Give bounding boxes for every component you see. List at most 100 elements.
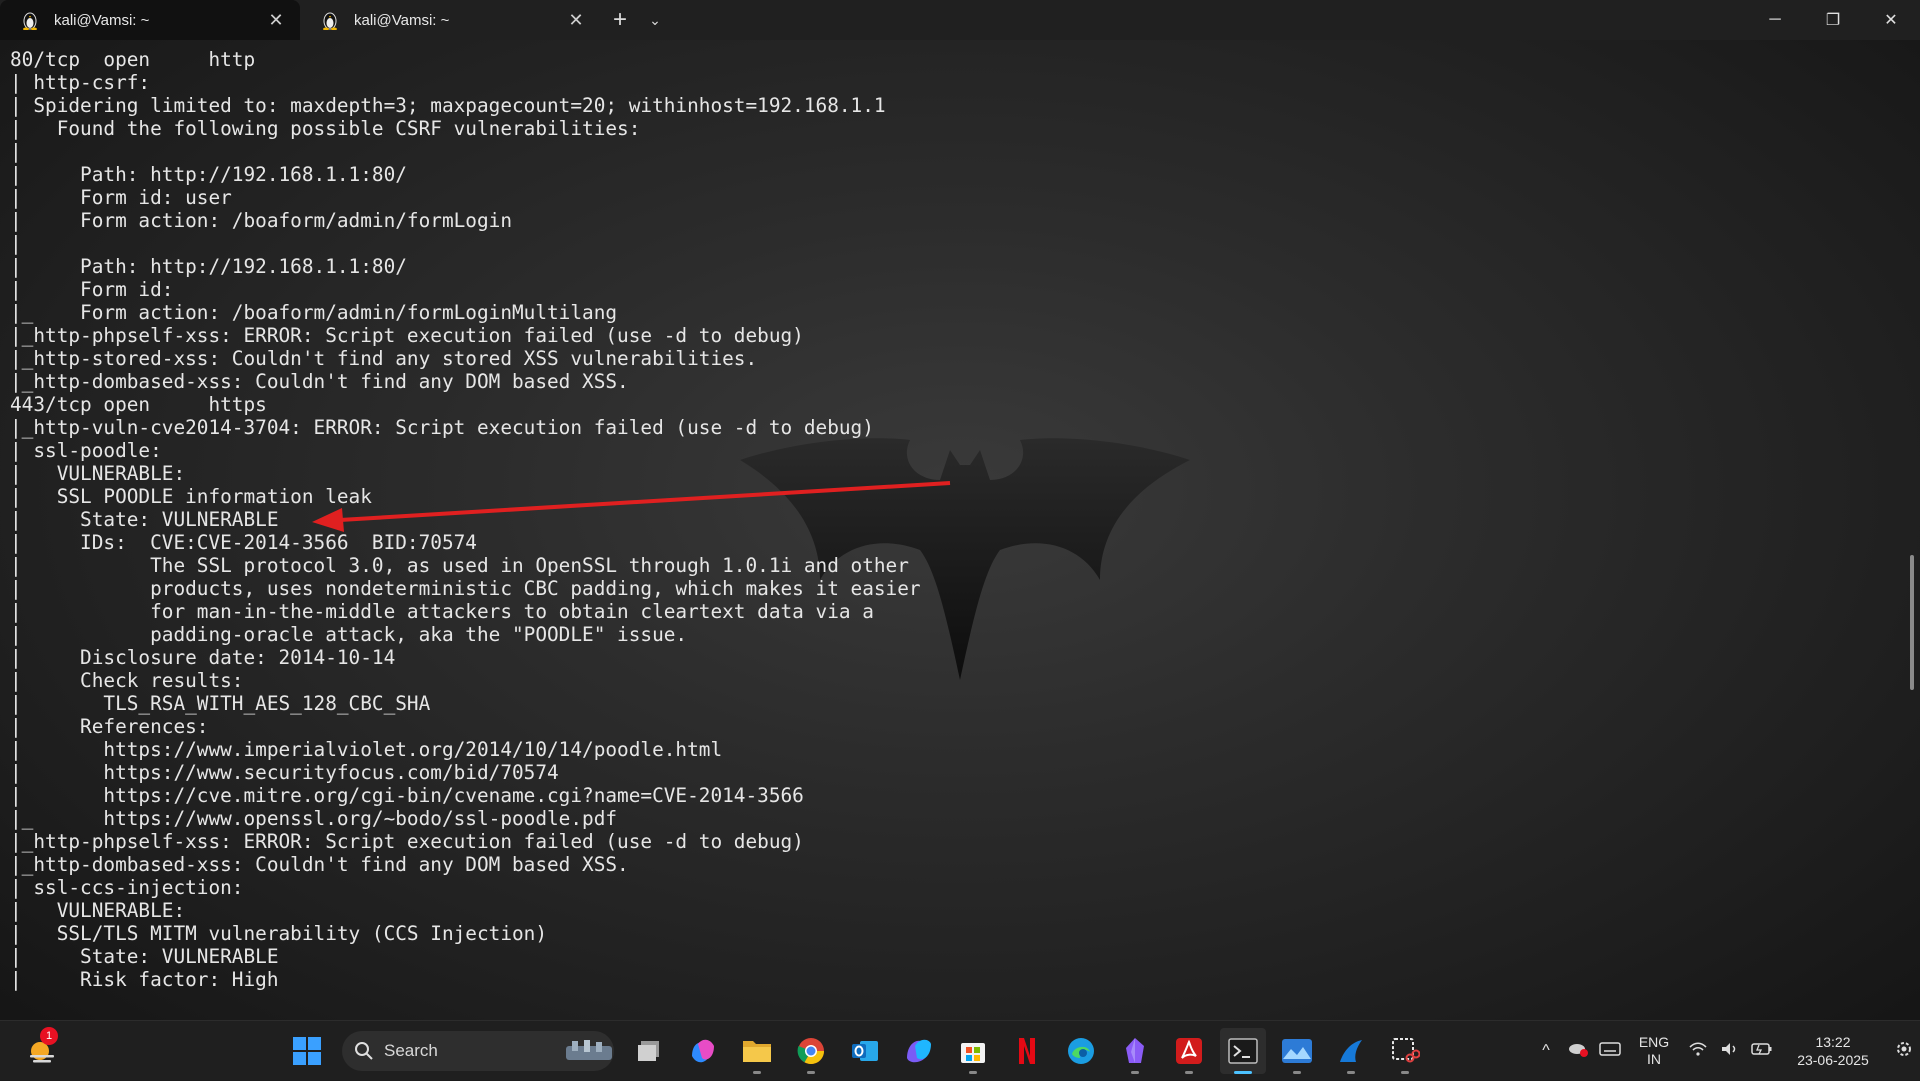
cloud-error-icon[interactable] xyxy=(1562,1040,1594,1063)
terminal-line: |_http-dombased-xss: Couldn't find any D… xyxy=(10,853,629,876)
terminal-line: | for man-in-the-middle attackers to obt… xyxy=(10,600,874,623)
language-indicator[interactable]: ENG IN xyxy=(1626,1034,1682,1068)
terminal-line: | Found the following possible CSRF vuln… xyxy=(10,117,641,140)
terminal-button[interactable] xyxy=(1220,1028,1266,1074)
chevron-up-icon[interactable]: ^ xyxy=(1530,1042,1562,1060)
search-icon xyxy=(355,1042,373,1060)
obsidian-button[interactable] xyxy=(1112,1028,1158,1074)
keyboard-icon[interactable] xyxy=(1594,1041,1626,1062)
tab-2-title: kali@Vamsi: ~ xyxy=(354,11,450,29)
volume-icon[interactable] xyxy=(1714,1041,1746,1062)
wifi-icon[interactable] xyxy=(1682,1041,1714,1062)
terminal-line: | Form id: xyxy=(10,278,174,301)
tab-2-close-icon[interactable]: ✕ xyxy=(564,10,588,31)
terminal-line: | The SSL protocol 3.0, as used in OpenS… xyxy=(10,554,909,577)
notification-settings-icon[interactable] xyxy=(1888,1040,1920,1063)
terminal-line: 443/tcp open https xyxy=(10,393,267,416)
wireshark-icon xyxy=(1340,1040,1362,1062)
terminal-line: | State: VULNERABLE xyxy=(10,945,279,968)
chrome-button[interactable] xyxy=(788,1028,834,1074)
terminal-line: | Risk factor: High xyxy=(10,968,279,991)
scrollbar-thumb[interactable] xyxy=(1910,555,1914,690)
acrobat-button[interactable] xyxy=(1166,1028,1212,1074)
terminal-line: | padding-oracle attack, aka the "POODLE… xyxy=(10,623,688,646)
terminal-line: | ssl-ccs-injection: xyxy=(10,876,244,899)
title-bar: kali@Vamsi: ~ ✕ kali@Vamsi: ~ ✕ + ⌄ ─ ❐ … xyxy=(0,0,1920,40)
terminal-output: 80/tcp open http | http-csrf: | Spidering … xyxy=(10,48,921,991)
terminal-line: | https://www.imperialviolet.org/2014/10… xyxy=(10,738,723,761)
task-view-icon xyxy=(638,1041,659,1061)
terminal-line: | xyxy=(10,232,22,255)
snipping-tool-button[interactable] xyxy=(1382,1028,1428,1074)
taskbar-search[interactable]: Search xyxy=(342,1031,614,1071)
file-explorer-button[interactable] xyxy=(734,1028,780,1074)
terminal-line: | VULNERABLE: xyxy=(10,899,186,922)
tab-1-title: kali@Vamsi: ~ xyxy=(54,11,150,29)
tab-2[interactable]: kali@Vamsi: ~ ✕ xyxy=(300,0,600,40)
folder-icon xyxy=(743,1041,771,1062)
close-window-button[interactable]: ✕ xyxy=(1862,0,1920,40)
terminal-line: |_http-vuln-cve2014-3704: ERROR: Script … xyxy=(10,416,874,439)
terminal-line: | Check results: xyxy=(10,669,244,692)
taskbar: 1 Search ^ ENG IN 13:22 23-06-2025 xyxy=(0,1020,1920,1080)
terminal-line: | State: VULNERABLE xyxy=(10,508,279,531)
terminal-line: |_ Form action: /boaform/admin/formLogin… xyxy=(10,301,618,324)
clock-time: 13:22 xyxy=(1815,1034,1851,1050)
wireshark-button[interactable] xyxy=(1328,1028,1374,1074)
terminal-pane[interactable]: 80/tcp open http | http-csrf: | Spidering … xyxy=(0,40,1920,1040)
m365-button[interactable] xyxy=(896,1028,942,1074)
obsidian-icon xyxy=(1126,1038,1144,1063)
terminal-line: 80/tcp open http xyxy=(10,48,256,71)
notification-badge: 1 xyxy=(40,1027,58,1045)
outlook-button[interactable] xyxy=(842,1028,888,1074)
tab-1-close-icon[interactable]: ✕ xyxy=(264,10,288,31)
terminal-line: | SSL/TLS MITM vulnerability (CCS Inject… xyxy=(10,922,548,945)
edge-icon xyxy=(1068,1038,1094,1064)
tux-icon xyxy=(323,12,337,30)
terminal-line: |_http-stored-xss: Couldn't find any sto… xyxy=(10,347,758,370)
terminal-line: | TLS_RSA_WITH_AES_128_CBC_SHA xyxy=(10,692,431,715)
terminal-line: | Spidering limited to: maxdepth=3; maxp… xyxy=(10,94,886,117)
tab-dropdown-icon[interactable]: ⌄ xyxy=(640,12,670,29)
chrome-icon xyxy=(797,1038,825,1065)
tux-icon xyxy=(23,12,37,30)
terminal-line: | xyxy=(10,140,22,163)
task-view-button[interactable] xyxy=(626,1028,672,1074)
copilot-button[interactable] xyxy=(680,1028,726,1074)
terminal-line: |_ https://www.openssl.org/~bodo/ssl-poo… xyxy=(10,807,618,830)
photos-button[interactable] xyxy=(1274,1028,1320,1074)
terminal-line: | Path: http://192.168.1.1:80/ xyxy=(10,163,407,186)
start-button[interactable] xyxy=(284,1028,330,1074)
snipping-icon xyxy=(1392,1038,1420,1063)
clock[interactable]: 13:22 23-06-2025 xyxy=(1778,1033,1888,1069)
system-tray: ^ ENG IN 13:22 23-06-2025 xyxy=(1530,1021,1920,1081)
terminal-line: | https://cve.mitre.org/cgi-bin/cvename.… xyxy=(10,784,804,807)
copilot-icon xyxy=(692,1039,714,1063)
region-code: IN xyxy=(1647,1051,1661,1067)
terminal-line: | http-csrf: xyxy=(10,71,151,94)
terminal-line: | Form id: user xyxy=(10,186,232,209)
terminal-line: | ssl-poodle: xyxy=(10,439,162,462)
windows-icon xyxy=(293,1037,321,1065)
language-code: ENG xyxy=(1638,1034,1670,1050)
store-button[interactable] xyxy=(950,1028,996,1074)
terminal-line: |_http-dombased-xss: Couldn't find any D… xyxy=(10,370,629,393)
m365-icon xyxy=(907,1039,931,1063)
terminal-line: |_http-phpself-xss: ERROR: Script execut… xyxy=(10,830,804,853)
terminal-line: | Disclosure date: 2014-10-14 xyxy=(10,646,396,669)
tab-1[interactable]: kali@Vamsi: ~ ✕ xyxy=(0,0,300,40)
new-tab-button[interactable]: + xyxy=(600,6,640,34)
minimize-button[interactable]: ─ xyxy=(1746,0,1804,40)
acrobat-icon xyxy=(1176,1038,1202,1064)
battery-icon[interactable] xyxy=(1746,1042,1778,1061)
clock-date: 23-06-2025 xyxy=(1797,1052,1869,1068)
maximize-button[interactable]: ❐ xyxy=(1804,0,1862,40)
netflix-icon xyxy=(1019,1038,1035,1064)
netflix-button[interactable] xyxy=(1004,1028,1050,1074)
terminal-line: | https://www.securityfocus.com/bid/7057… xyxy=(10,761,559,784)
terminal-line: | Path: http://192.168.1.1:80/ xyxy=(10,255,407,278)
terminal-line: | Form action: /boaform/admin/formLogin xyxy=(10,209,512,232)
search-label: Search xyxy=(384,1041,438,1060)
terminal-line: | products, uses nondeterministic CBC pa… xyxy=(10,577,921,600)
edge-button[interactable] xyxy=(1058,1028,1104,1074)
